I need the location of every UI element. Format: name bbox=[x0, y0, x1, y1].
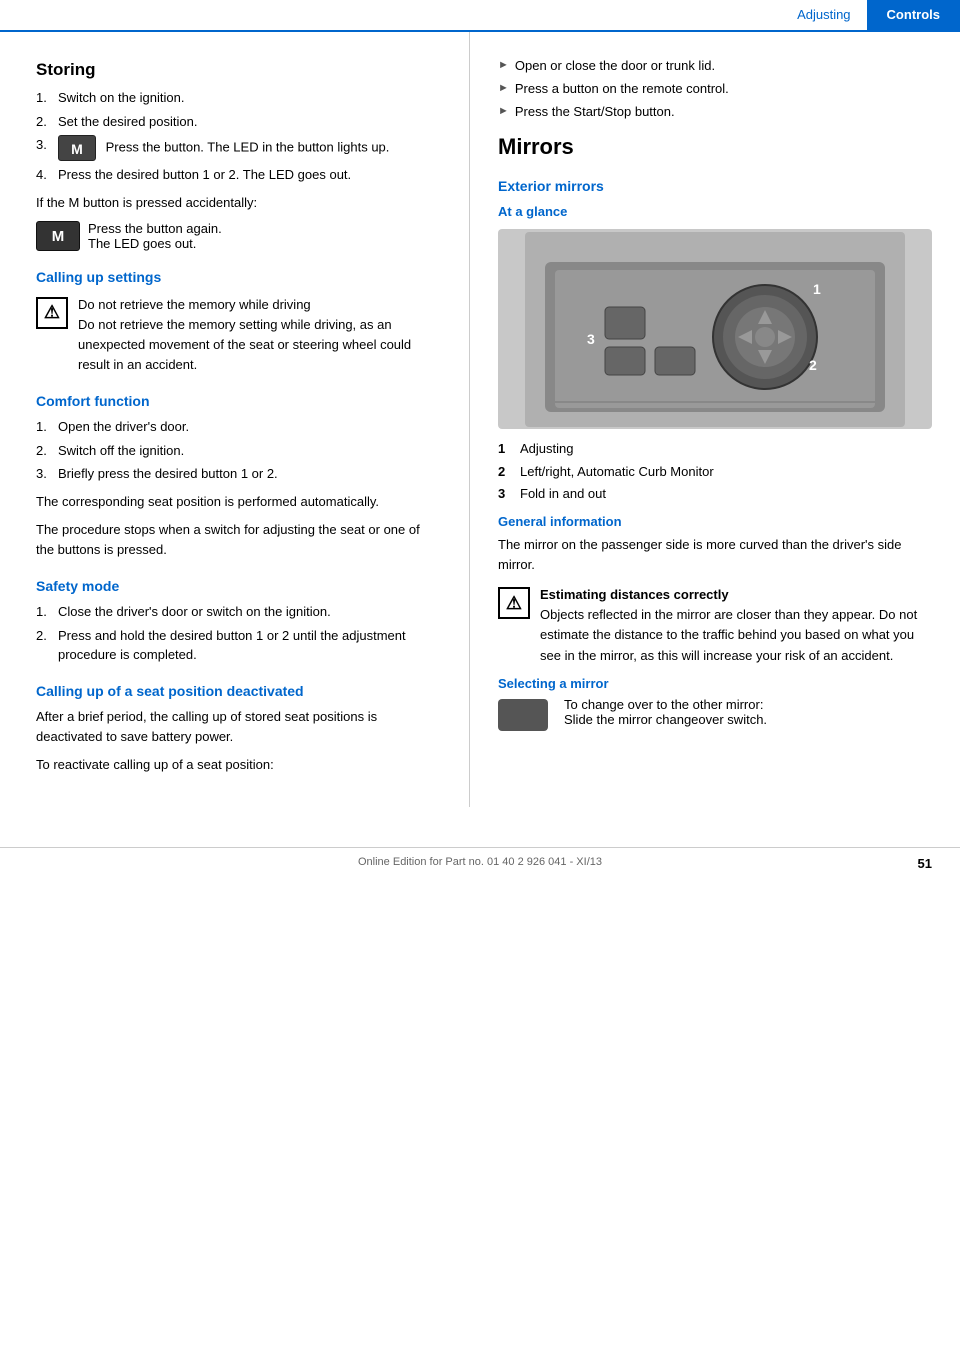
storing-list: 1. Switch on the ignition. 2. Set the de… bbox=[36, 88, 441, 185]
calling-up-deactivated-text1: After a brief period, the calling up of … bbox=[36, 707, 441, 747]
legend-text-1: Adjusting bbox=[520, 439, 573, 459]
bullet-icon-3: ► bbox=[498, 102, 509, 121]
selecting-text2: Slide the mirror changeover switch. bbox=[564, 712, 767, 727]
selecting-row: To change over to the other mirror: Slid… bbox=[498, 697, 932, 731]
right-column: ► Open or close the door or trunk lid. ►… bbox=[470, 32, 960, 807]
estimating-text: Objects reflected in the mirror are clos… bbox=[540, 605, 932, 665]
press-again-text: Press the button again. bbox=[88, 221, 222, 236]
comfort-step-1: 1. Open the driver's door. bbox=[36, 417, 441, 437]
legend-3: 3 Fold in and out bbox=[498, 484, 932, 504]
calling-up-deactivated-section: Calling up of a seat position deactivate… bbox=[36, 683, 441, 775]
bullet-text-1: Open or close the door or trunk lid. bbox=[515, 56, 932, 76]
safety-title: Safety mode bbox=[36, 578, 441, 594]
bullet-text-3: Press the Start/Stop button. bbox=[515, 102, 932, 122]
bullet-2: ► Press a button on the remote control. bbox=[498, 79, 932, 99]
comfort-step-2: 2. Switch off the ignition. bbox=[36, 441, 441, 461]
storing-step-4: 4. Press the desired button 1 or 2. The … bbox=[36, 165, 441, 185]
storing-step-3: 3. M Press the button. The LED in the bu… bbox=[36, 135, 441, 161]
svg-text:1: 1 bbox=[813, 281, 821, 297]
svg-text:3: 3 bbox=[587, 331, 595, 347]
bullet-text-2: Press a button on the remote control. bbox=[515, 79, 932, 99]
at-a-glance-title: At a glance bbox=[498, 204, 932, 219]
legend-text-2: Left/right, Automatic Curb Monitor bbox=[520, 462, 714, 482]
calling-up-deactivated-title: Calling up of a seat position deactivate… bbox=[36, 683, 441, 699]
comfort-step-3: 3. Briefly press the desired button 1 or… bbox=[36, 464, 441, 484]
bullets-section: ► Open or close the door or trunk lid. ►… bbox=[498, 56, 932, 122]
mirrors-title: Mirrors bbox=[498, 134, 932, 160]
calling-up-section: Calling up settings ⚠ Do not retrieve th… bbox=[36, 269, 441, 376]
mirror-switch-icon bbox=[498, 699, 548, 731]
selecting-text1: To change over to the other mirror: bbox=[564, 697, 767, 712]
m-button-large: M bbox=[36, 221, 80, 251]
estimating-warning-icon: ⚠ bbox=[498, 587, 530, 619]
mirror-legend: 1 Adjusting 2 Left/right, Automatic Curb… bbox=[498, 439, 932, 504]
content-wrapper: Storing 1. Switch on the ignition. 2. Se… bbox=[0, 32, 960, 807]
footer-text: Online Edition for Part no. 01 40 2 926 … bbox=[358, 856, 602, 868]
warning-line2: Do not retrieve the memory setting while… bbox=[78, 315, 441, 375]
comfort-text1: The corresponding seat position is perfo… bbox=[36, 492, 441, 512]
left-column: Storing 1. Switch on the ignition. 2. Se… bbox=[0, 32, 470, 807]
estimating-warning-text: Estimating distances correctly Objects r… bbox=[540, 585, 932, 666]
svg-text:2: 2 bbox=[809, 357, 817, 373]
page-number: 51 bbox=[918, 856, 932, 871]
calling-up-deactivated-text2: To reactivate calling up of a seat posit… bbox=[36, 755, 441, 775]
calling-up-title: Calling up settings bbox=[36, 269, 441, 285]
legend-text-3: Fold in and out bbox=[520, 484, 606, 504]
warning-line1: Do not retrieve the memory while driving bbox=[78, 295, 441, 315]
safety-list: 1. Close the driver's door or switch on … bbox=[36, 602, 441, 665]
storing-step-1: 1. Switch on the ignition. bbox=[36, 88, 441, 108]
general-info-text: The mirror on the passenger side is more… bbox=[498, 535, 932, 575]
header-controls-label: Controls bbox=[867, 0, 960, 31]
bullet-icon-1: ► bbox=[498, 56, 509, 75]
legend-2: 2 Left/right, Automatic Curb Monitor bbox=[498, 462, 932, 482]
warning-box: ⚠ Do not retrieve the memory while drivi… bbox=[36, 295, 441, 376]
comfort-section: Comfort function 1. Open the driver's do… bbox=[36, 393, 441, 560]
legend-1: 1 Adjusting bbox=[498, 439, 932, 459]
selecting-title: Selecting a mirror bbox=[498, 676, 932, 691]
estimating-title: Estimating distances correctly bbox=[540, 585, 932, 605]
safety-section: Safety mode 1. Close the driver's door o… bbox=[36, 578, 441, 665]
m-button-step3: M bbox=[58, 135, 96, 161]
comfort-list: 1. Open the driver's door. 2. Switch off… bbox=[36, 417, 441, 484]
safety-step-2: 2. Press and hold the desired button 1 o… bbox=[36, 626, 441, 665]
bullet-icon-2: ► bbox=[498, 79, 509, 98]
bullet-1: ► Open or close the door or trunk lid. bbox=[498, 56, 932, 76]
m-button-block: M Press the button again. The LED goes o… bbox=[36, 221, 441, 251]
storing-section: Storing 1. Switch on the ignition. 2. Se… bbox=[36, 60, 441, 251]
comfort-text2: The procedure stops when a switch for ad… bbox=[36, 520, 441, 560]
top-header: Adjusting Controls bbox=[0, 0, 960, 32]
storing-step-2: 2. Set the desired position. bbox=[36, 112, 441, 132]
safety-step-1: 1. Close the driver's door or switch on … bbox=[36, 602, 441, 622]
page-footer: Online Edition for Part no. 01 40 2 926 … bbox=[0, 847, 960, 876]
exterior-mirrors-title: Exterior mirrors bbox=[498, 178, 932, 194]
general-info-title: General information bbox=[498, 514, 932, 529]
header-adjusting-label: Adjusting bbox=[781, 0, 866, 31]
bullet-3: ► Press the Start/Stop button. bbox=[498, 102, 932, 122]
if-m-accidentally: If the M button is pressed accidentally: bbox=[36, 193, 441, 213]
mirror-diagram: 1 2 3 bbox=[498, 229, 932, 429]
warning-text: Do not retrieve the memory while driving… bbox=[78, 295, 441, 376]
estimating-warning-box: ⚠ Estimating distances correctly Objects… bbox=[498, 585, 932, 666]
storing-title: Storing bbox=[36, 60, 441, 80]
led-goes-out-text: The LED goes out. bbox=[88, 236, 222, 251]
warning-icon: ⚠ bbox=[36, 297, 68, 329]
comfort-title: Comfort function bbox=[36, 393, 441, 409]
